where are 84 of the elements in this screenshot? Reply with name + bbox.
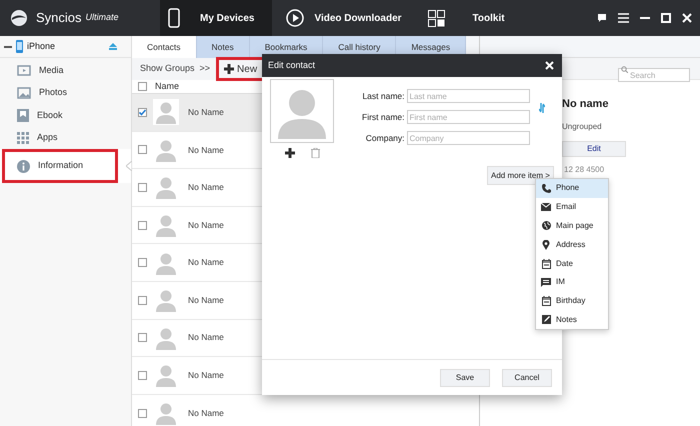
input-field[interactable]: First name <box>406 110 530 124</box>
envelope-icon <box>541 203 551 212</box>
nav-tab[interactable]: Toolkit <box>472 10 505 26</box>
tab[interactable]: Notes <box>196 36 250 58</box>
sidebar-item[interactable]: Information <box>0 149 131 183</box>
input-field[interactable]: Company <box>406 131 530 145</box>
swap-icon[interactable] <box>538 103 545 113</box>
menu-item[interactable]: Email <box>536 198 608 217</box>
contact-name[interactable]: No Name <box>188 406 224 420</box>
calendar-icon <box>542 258 550 269</box>
search-field[interactable]: Search <box>618 68 690 82</box>
row-checkbox[interactable] <box>138 258 147 268</box>
menu-item[interactable]: Phone <box>536 179 608 198</box>
picture-icon <box>17 86 31 99</box>
tab[interactable]: Contacts <box>132 36 197 58</box>
grid-icon <box>428 10 445 26</box>
row-checkbox[interactable] <box>138 408 147 418</box>
note-icon <box>542 315 550 324</box>
group-label: Ungrouped <box>562 120 603 132</box>
menu-item[interactable]: Date <box>536 254 608 273</box>
info-icon <box>17 160 30 172</box>
add-more-item-button[interactable]: Add more item > <box>487 166 554 185</box>
contact-name[interactable]: No Name <box>188 106 224 119</box>
tv-icon <box>17 64 31 76</box>
field-label: Company: <box>366 132 405 144</box>
input-field[interactable]: Last name <box>406 89 530 103</box>
globe-icon <box>542 221 550 230</box>
menu-item[interactable]: IM <box>536 272 608 292</box>
show-groups-link[interactable]: Show Groups >> <box>140 62 210 76</box>
row-checkbox[interactable] <box>138 145 147 154</box>
contact-name: No name <box>562 97 610 112</box>
search-icon <box>621 66 628 72</box>
row-checkbox[interactable] <box>138 333 147 342</box>
row-checkbox[interactable] <box>138 108 147 117</box>
avatar-silhouette <box>270 79 334 143</box>
play-icon <box>286 9 304 27</box>
row-checkbox[interactable] <box>138 296 147 305</box>
close-icon[interactable] <box>682 13 692 23</box>
close-icon[interactable] <box>545 61 554 70</box>
menu-icon[interactable] <box>618 13 629 23</box>
nav-tab[interactable]: Video Downloader <box>314 10 402 26</box>
dialog-button[interactable]: Cancel <box>502 368 552 386</box>
dialog-title: Edit contact <box>268 58 316 72</box>
phone-icon <box>16 40 23 53</box>
field-label: Last name: <box>362 90 405 102</box>
chat-icon <box>541 278 551 287</box>
avatar-silhouette <box>153 99 179 126</box>
plus-icon <box>224 64 234 74</box>
contact-name[interactable]: No Name <box>188 294 224 307</box>
eject-icon[interactable] <box>109 43 117 50</box>
menu-item[interactable]: Birthday <box>536 292 608 311</box>
menu-item[interactable]: Main page <box>536 216 608 236</box>
row-checkbox[interactable] <box>138 220 147 230</box>
add-icon[interactable] <box>284 148 294 158</box>
phone-icon <box>542 184 550 193</box>
phone-number-text: 12 28 4500 <box>564 164 606 176</box>
app-name: Syncios <box>36 9 82 28</box>
menu-item[interactable]: Address <box>536 235 608 254</box>
row-checkbox[interactable] <box>138 370 147 380</box>
dialog-button[interactable]: Save <box>440 368 490 386</box>
trash-icon[interactable] <box>310 148 320 158</box>
maximize-icon[interactable] <box>661 13 671 23</box>
contact-name[interactable]: No Name <box>188 369 224 382</box>
location-pin-icon <box>542 240 550 250</box>
contact-name[interactable]: No Name <box>188 331 224 344</box>
edit-button[interactable]: Edit <box>562 140 626 156</box>
apps-icon <box>17 132 29 144</box>
contact-name[interactable]: No Name <box>188 218 224 232</box>
device-name[interactable]: iPhone <box>27 40 56 54</box>
select-all-checkbox[interactable] <box>138 82 147 91</box>
book-icon <box>17 108 29 122</box>
field-label: First name: <box>362 110 405 124</box>
calendar-icon <box>542 296 550 306</box>
app-edition: Ultimate <box>86 11 119 24</box>
contact-name[interactable]: No Name <box>188 144 224 156</box>
column-header[interactable]: Name <box>155 80 180 94</box>
new-button[interactable]: New <box>218 59 264 79</box>
logo-icon <box>10 9 28 27</box>
menu-item[interactable]: Notes <box>536 310 608 330</box>
row-checkbox[interactable] <box>138 182 147 192</box>
chat-icon[interactable] <box>597 13 607 23</box>
contact-name[interactable]: No Name <box>188 181 224 194</box>
phone-icon <box>168 8 180 28</box>
contact-name[interactable]: No Name <box>188 256 224 270</box>
